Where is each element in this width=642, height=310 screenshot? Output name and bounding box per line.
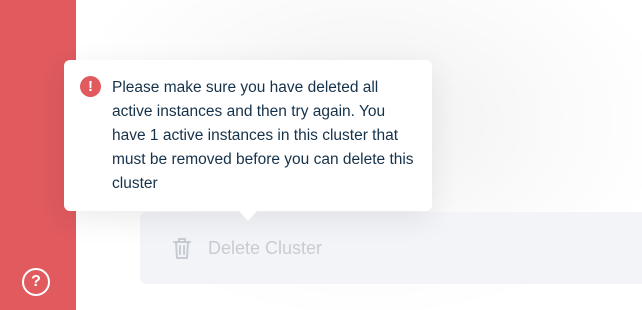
help-icon[interactable]: ?: [22, 268, 50, 296]
page: ? Delete Cluster ! Please make sure you …: [0, 0, 642, 310]
alert-icon: !: [80, 76, 101, 97]
tooltip-arrow: [238, 210, 258, 221]
trash-icon: [173, 238, 191, 259]
tooltip-message: Please make sure you have deleted all ac…: [112, 79, 414, 192]
delete-cluster-button[interactable]: Delete Cluster: [208, 236, 322, 260]
